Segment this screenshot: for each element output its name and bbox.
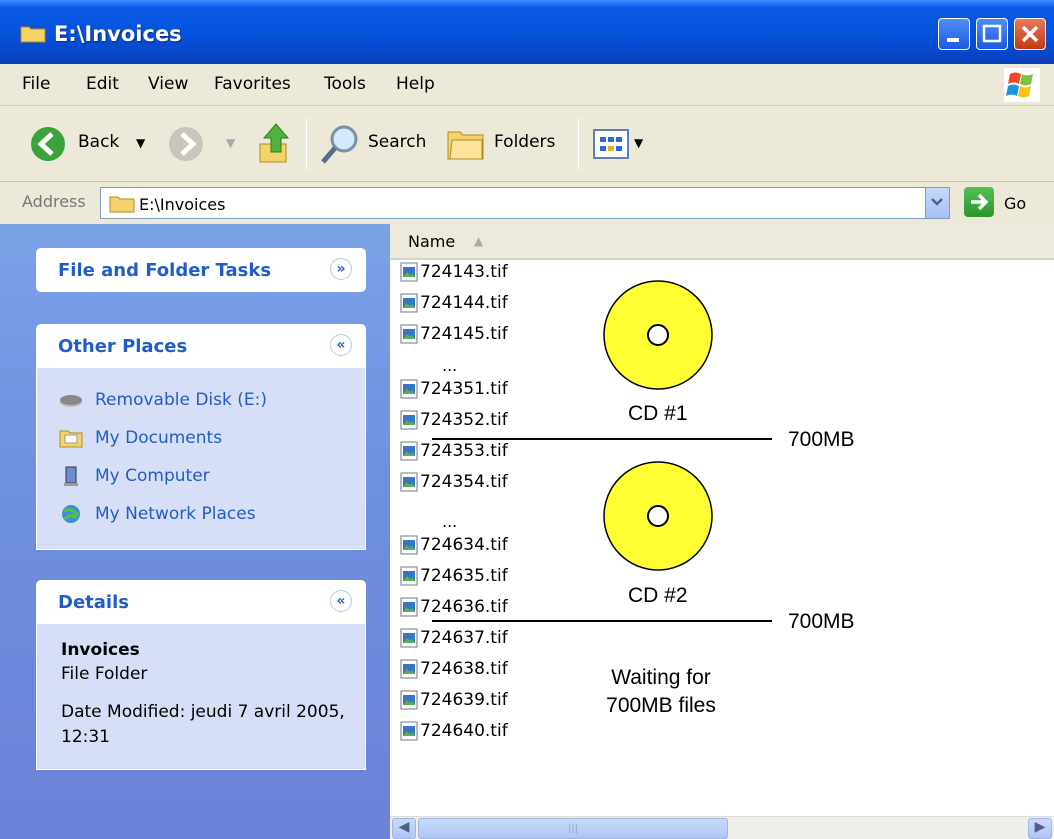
other-places-title: Other Places xyxy=(58,336,188,357)
place-my-network-places[interactable]: My Network Places xyxy=(59,504,256,524)
toolbar-separator xyxy=(578,118,579,170)
task-pane: File and Folder Tasks » Other Places « R… xyxy=(0,224,390,839)
menu-help[interactable]: Help xyxy=(396,74,435,94)
address-dropdown-button[interactable] xyxy=(925,188,949,218)
collapse-chevron-icon[interactable]: « xyxy=(330,590,352,612)
menu-tools[interactable]: Tools xyxy=(324,74,366,94)
views-dropdown-icon[interactable]: ▼ xyxy=(634,136,643,150)
place-removable-disk[interactable]: Removable Disk (E:) xyxy=(59,390,267,410)
file-list-pane: Name ▲ 724143.tif 724144.tif 724145.tif ..… xyxy=(390,224,1054,816)
forward-arrow-icon[interactable] xyxy=(168,126,204,162)
search-button[interactable]: Search xyxy=(368,132,426,152)
size-label-2: 700MB xyxy=(788,610,855,633)
my-documents-icon xyxy=(59,430,83,448)
windows-logo-icon xyxy=(1004,68,1040,102)
go-button[interactable]: Go xyxy=(1004,194,1026,213)
place-my-computer[interactable]: My Computer xyxy=(59,466,210,486)
file-folder-tasks-header[interactable]: File and Folder Tasks » xyxy=(36,248,366,292)
folder-icon xyxy=(109,196,135,213)
menu-view[interactable]: View xyxy=(148,74,188,94)
toolbar-separator xyxy=(306,118,307,170)
toolbar: Back ▼ ▼ Search Folders ▼ xyxy=(0,106,1054,182)
network-places-icon xyxy=(62,505,80,523)
chevron-down-icon xyxy=(931,198,943,206)
window-title: E:\Invoices xyxy=(54,22,182,46)
go-arrow-button[interactable] xyxy=(964,187,994,217)
details-date-modified: Date Modified: jeudi 7 avril 2005, 12:31 xyxy=(61,702,345,747)
my-computer-icon xyxy=(64,466,78,486)
folders-button[interactable]: Folders xyxy=(494,132,555,152)
address-value: E:\Invoices xyxy=(139,195,226,214)
cd-2-label: CD #2 xyxy=(628,584,688,607)
menu-file[interactable]: File xyxy=(22,74,50,94)
minimize-button[interactable] xyxy=(938,18,970,50)
place-my-documents[interactable]: My Documents xyxy=(59,428,222,448)
search-icon[interactable] xyxy=(318,122,362,166)
maximize-icon xyxy=(982,24,1002,43)
details-folder-type: File Folder xyxy=(61,664,148,684)
details-body: Invoices File Folder Date Modified: jeud… xyxy=(36,624,366,770)
menu-favorites[interactable]: Favorites xyxy=(214,74,291,94)
up-folder-icon[interactable] xyxy=(256,120,296,166)
annotation-overlay xyxy=(432,280,772,622)
forward-dropdown-icon: ▼ xyxy=(226,136,236,150)
title-bar: E:\Invoices xyxy=(0,0,1054,64)
scroll-thumb[interactable]: ||| xyxy=(418,818,728,839)
minimize-icon xyxy=(947,38,959,42)
details-title: Details xyxy=(58,592,129,613)
horizontal-scrollbar[interactable]: ◀ ||| ▶ xyxy=(390,816,1054,839)
removable-disk-icon xyxy=(60,395,82,407)
close-button[interactable] xyxy=(1014,18,1046,50)
close-icon xyxy=(1021,25,1039,43)
address-label: Address xyxy=(22,192,86,211)
size-label-1: 700MB xyxy=(788,428,855,451)
cd-1-label: CD #1 xyxy=(628,402,688,425)
go-arrow-icon xyxy=(971,193,989,211)
file-folder-tasks-title: File and Folder Tasks xyxy=(58,260,272,281)
other-places-body: Removable Disk (E:) My Documents My Comp… xyxy=(36,368,366,550)
menu-edit[interactable]: Edit xyxy=(86,74,119,94)
back-dropdown-icon[interactable]: ▼ xyxy=(136,136,145,150)
details-header[interactable]: Details « xyxy=(36,580,366,624)
cd-hole-2 xyxy=(647,505,669,527)
menu-bar: File Edit View Favorites Tools Help xyxy=(0,64,1054,106)
back-button[interactable]: Back xyxy=(78,132,119,152)
scroll-left-button[interactable]: ◀ xyxy=(392,818,416,839)
back-arrow-icon[interactable] xyxy=(30,126,66,162)
expand-chevron-icon[interactable]: » xyxy=(330,258,352,280)
address-input[interactable]: E:\Invoices xyxy=(100,187,950,219)
cd-hole-1 xyxy=(647,324,669,346)
views-icon[interactable] xyxy=(592,128,630,160)
folder-icon xyxy=(20,26,46,43)
other-places-header[interactable]: Other Places « xyxy=(36,324,366,368)
maximize-button[interactable] xyxy=(976,18,1008,50)
collapse-chevron-icon[interactable]: « xyxy=(330,334,352,356)
scroll-right-button[interactable]: ▶ xyxy=(1028,818,1052,839)
folders-icon[interactable] xyxy=(446,126,486,162)
address-bar: Address E:\Invoices Go xyxy=(0,182,1054,224)
waiting-note: Waiting for 700MB files xyxy=(606,666,716,717)
details-folder-name: Invoices xyxy=(61,640,140,660)
